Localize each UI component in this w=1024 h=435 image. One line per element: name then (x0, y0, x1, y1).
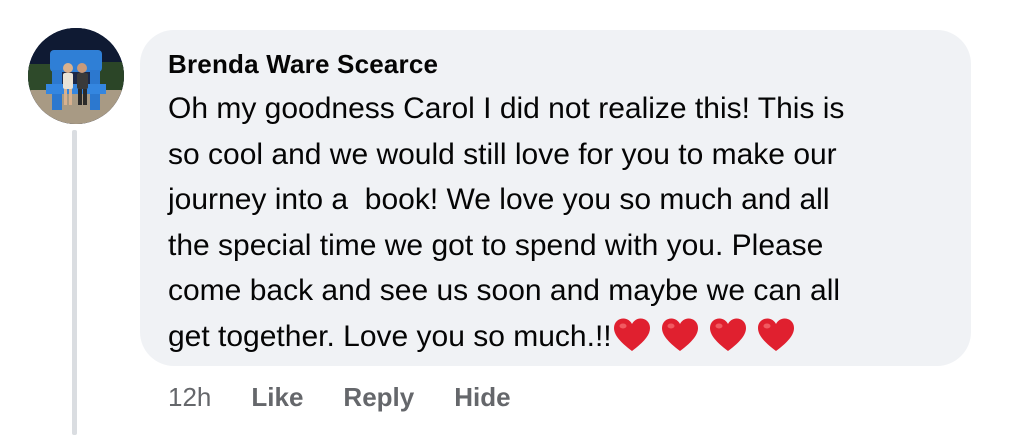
red-heart-icon (661, 318, 698, 351)
red-heart-icon (709, 318, 746, 351)
heart-emoji-group (612, 314, 796, 360)
comment-actions-bar: 12h Like Reply Hide (168, 380, 551, 414)
reply-thread-line (72, 130, 77, 435)
comment-bubble: Brenda Ware Scearce Oh my goodness Carol… (140, 30, 971, 366)
comment-author-name[interactable]: Brenda Ware Scearce (168, 48, 941, 80)
red-heart-icon (613, 318, 650, 351)
red-heart-icon (757, 318, 794, 351)
comment-body: Oh my goodness Carol I did not realize t… (168, 86, 941, 359)
avatar[interactable] (28, 28, 124, 124)
hide-button[interactable]: Hide (454, 380, 510, 414)
comment-timestamp[interactable]: 12h (168, 380, 211, 414)
reply-button[interactable]: Reply (343, 380, 414, 414)
avatar-photo (28, 28, 124, 124)
like-button[interactable]: Like (251, 380, 303, 414)
